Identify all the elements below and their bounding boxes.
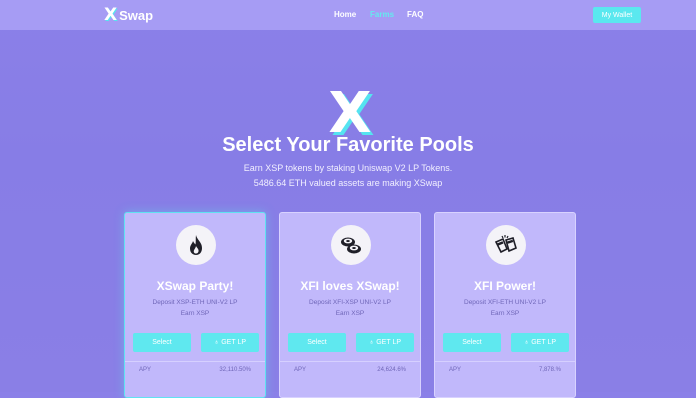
toast-icon xyxy=(486,225,526,265)
apy-value: 24,624.6% xyxy=(377,367,406,373)
apy-row: APY 7,878.% xyxy=(435,361,575,378)
hero-subtitle-staking: Earn XSP tokens by staking Uniswap V2 LP… xyxy=(243,163,453,173)
apy-label: APY xyxy=(449,367,462,373)
my-wallet-button[interactable]: My Wallet xyxy=(593,7,641,23)
apy-row: APY 32,110.50% xyxy=(125,361,265,378)
pool-title: XFI Power! xyxy=(473,279,536,293)
nav-farms-link[interactable]: Farms xyxy=(370,10,394,19)
get-lp-button[interactable]: ♁ GET LP xyxy=(356,333,414,352)
get-lp-label: GET LP xyxy=(531,339,557,346)
lp-icon: ♁ xyxy=(213,339,220,346)
select-button[interactable]: Select xyxy=(133,333,191,352)
get-lp-button[interactable]: ♁ GET LP xyxy=(201,333,259,352)
apy-row: APY 24,624.6% xyxy=(280,361,420,378)
sushi-icon xyxy=(331,225,371,265)
hero-x-letter: X xyxy=(328,84,371,140)
pool-earn-text: Earn XSP xyxy=(490,310,520,317)
lp-icon: ♁ xyxy=(368,339,375,346)
apy-label: APY xyxy=(139,367,152,373)
hero-x-logo: X X xyxy=(328,84,374,140)
nav-faq-link[interactable]: FAQ xyxy=(407,10,423,19)
pool-deposit-text: Deposit XSP-ETH UNI-V2 LP xyxy=(152,299,238,306)
logo-text: Swap xyxy=(119,7,154,23)
apy-value: 32,110.50% xyxy=(219,367,251,373)
apy-value: 7,878.% xyxy=(538,367,561,373)
get-lp-button[interactable]: ♁ GET LP xyxy=(511,333,569,352)
hero-subtitle-tvl: 5486.64 ETH valued assets are making XSw… xyxy=(253,178,443,188)
pool-card-xfi-loves-xswap[interactable]: XFI loves XSwap! Deposit XFI-XSP UNI-V2 … xyxy=(279,212,421,398)
pool-card-xswap-party[interactable]: XSwap Party! Deposit XSP-ETH UNI-V2 LP E… xyxy=(124,212,266,398)
apy-label: APY xyxy=(294,367,307,373)
pool-title: XFI loves XSwap! xyxy=(300,279,400,293)
pool-deposit-text: Deposit XFI-ETH UNI-V2 LP xyxy=(464,299,546,306)
fire-icon xyxy=(176,225,216,265)
pool-earn-text: Earn XSP xyxy=(180,310,210,317)
logo-mark: X xyxy=(104,5,118,25)
get-lp-label: GET LP xyxy=(221,339,247,346)
lp-icon: ♁ xyxy=(523,339,530,346)
xswap-logo[interactable]: X Swap xyxy=(104,5,153,25)
pool-deposit-text: Deposit XFI-XSP UNI-V2 LP xyxy=(309,299,391,306)
select-button[interactable]: Select xyxy=(288,333,346,352)
pool-title: XSwap Party! xyxy=(156,279,234,293)
pool-card-xfi-power[interactable]: XFI Power! Deposit XFI-ETH UNI-V2 LP Ear… xyxy=(434,212,576,398)
top-navbar: X Swap Home Farms FAQ My Wallet xyxy=(0,0,696,30)
page-title: Select Your Favorite Pools xyxy=(222,134,474,156)
get-lp-label: GET LP xyxy=(376,339,402,346)
nav-home-link[interactable]: Home xyxy=(334,10,356,19)
pool-earn-text: Earn XSP xyxy=(335,310,365,317)
select-button[interactable]: Select xyxy=(443,333,501,352)
